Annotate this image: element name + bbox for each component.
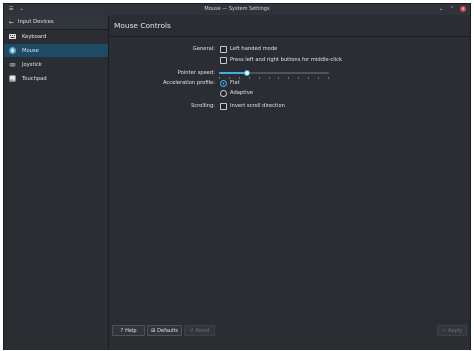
sidebar-item-touchpad[interactable]: Touchpad xyxy=(4,72,108,85)
general-label: General: xyxy=(192,46,215,52)
sidebar-item-joystick[interactable]: Joystick xyxy=(4,58,108,71)
reset-icon: ↺ xyxy=(189,327,194,334)
sidebar-item-label: Joystick xyxy=(22,61,42,68)
keyboard-icon xyxy=(9,33,16,40)
header-divider xyxy=(109,36,470,37)
flat-radio-label[interactable]: Flat xyxy=(230,80,240,86)
slider-handle[interactable] xyxy=(243,70,250,76)
apply-button-label: Apply xyxy=(448,327,463,334)
window-title: Mouse — System Settings xyxy=(204,6,270,12)
maximize-button[interactable]: ⌃ xyxy=(449,6,455,12)
sidebar: ← Input Devices Keyboard Mouse Joystick xyxy=(4,15,109,350)
back-arrow-icon[interactable]: ← xyxy=(9,19,14,26)
help-icon: ? xyxy=(120,327,124,334)
slider-fill xyxy=(219,72,247,74)
slider-ticks xyxy=(219,77,329,79)
sidebar-item-mouse[interactable]: Mouse xyxy=(4,44,108,57)
reset-button[interactable]: ↺ Reset xyxy=(184,325,215,336)
invert-scroll-checkbox[interactable] xyxy=(220,103,227,110)
main-panel: Mouse Controls General: Left handed mode… xyxy=(109,15,470,350)
page-title: Mouse Controls xyxy=(114,21,171,30)
invert-scroll-label[interactable]: Invert scroll direction xyxy=(230,103,285,109)
flat-radio[interactable] xyxy=(220,80,227,87)
adaptive-radio[interactable] xyxy=(220,90,227,97)
defaults-icon: ⊞ xyxy=(150,327,156,334)
middle-click-label[interactable]: Press left and right buttons for middle-… xyxy=(230,57,342,63)
title-bar: ☰ ⌄ Mouse — System Settings ⌄ ⌃ × xyxy=(4,4,470,15)
scrolling-label: Scrolling: xyxy=(191,103,215,109)
settings-window: ☰ ⌄ Mouse — System Settings ⌄ ⌃ × ← Inpu… xyxy=(3,3,471,350)
apply-icon: ✓ xyxy=(441,327,447,334)
minimize-button[interactable]: ⌄ xyxy=(438,6,444,12)
defaults-button[interactable]: ⊞ Defaults xyxy=(147,325,182,336)
pointer-speed-label: Pointer speed: xyxy=(177,70,215,76)
pointer-speed-slider[interactable] xyxy=(219,70,329,76)
sidebar-item-keyboard[interactable]: Keyboard xyxy=(4,30,108,43)
sidebar-header[interactable]: ← Input Devices xyxy=(4,15,108,30)
sidebar-header-label: Input Devices xyxy=(18,19,54,25)
mouse-icon xyxy=(9,47,16,54)
close-button[interactable]: × xyxy=(460,6,466,12)
sidebar-item-label: Keyboard xyxy=(22,33,47,40)
reset-button-label: Reset xyxy=(195,327,210,334)
left-handed-checkbox[interactable] xyxy=(220,46,227,53)
middle-click-checkbox[interactable] xyxy=(220,57,227,64)
joystick-icon xyxy=(9,61,16,68)
help-button[interactable]: ? Help xyxy=(112,325,145,336)
sidebar-item-label: Mouse xyxy=(22,47,39,54)
adaptive-radio-label[interactable]: Adaptive xyxy=(230,90,253,96)
sidebar-item-label: Touchpad xyxy=(22,75,47,82)
left-handed-label[interactable]: Left handed mode xyxy=(230,46,277,52)
apply-button[interactable]: ✓ Apply xyxy=(437,325,467,336)
defaults-button-label: Defaults xyxy=(157,327,179,334)
touchpad-icon xyxy=(9,75,16,82)
help-button-label: Help xyxy=(125,327,137,334)
acceleration-profile-label: Acceleration profile: xyxy=(162,80,215,86)
